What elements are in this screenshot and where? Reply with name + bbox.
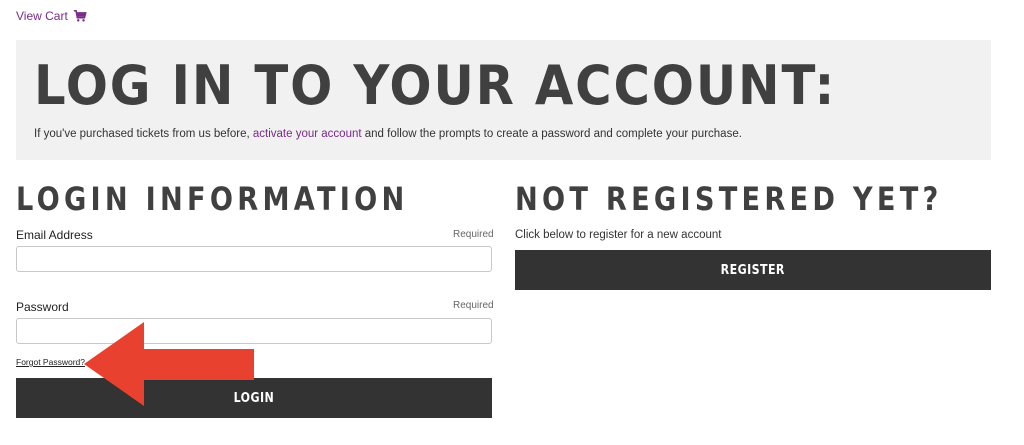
hero-description: If you've purchased tickets from us befo… [34, 128, 973, 140]
shopping-cart-icon[interactable] [73, 9, 87, 23]
hero-text-after: and follow the prompts to create a passw… [361, 128, 742, 140]
view-cart-link[interactable]: View Cart [16, 9, 68, 23]
email-required-label: Required [453, 229, 494, 240]
register-button[interactable]: REGISTER [515, 250, 991, 290]
password-label: Password [16, 300, 69, 314]
register-button-label: REGISTER [720, 262, 786, 278]
not-registered-heading: NOT REGISTERED YET? [515, 180, 943, 218]
hero-text-before: If you've purchased tickets from us befo… [34, 128, 253, 140]
forgot-password-link[interactable]: Forgot Password? [16, 357, 85, 367]
login-information-heading: LOGIN INFORMATION [16, 180, 409, 218]
topbar: View Cart [16, 9, 87, 23]
password-required-label: Required [453, 300, 494, 311]
activate-account-link[interactable]: activate your account [253, 128, 362, 140]
email-field[interactable] [16, 246, 492, 272]
red-arrow-annotation [84, 322, 254, 406]
email-label: Email Address [16, 228, 93, 242]
login-hero-banner: LOG IN TO YOUR ACCOUNT: If you've purcha… [16, 40, 991, 160]
page-title: LOG IN TO YOUR ACCOUNT: [34, 54, 837, 117]
register-description: Click below to register for a new accoun… [515, 229, 722, 241]
